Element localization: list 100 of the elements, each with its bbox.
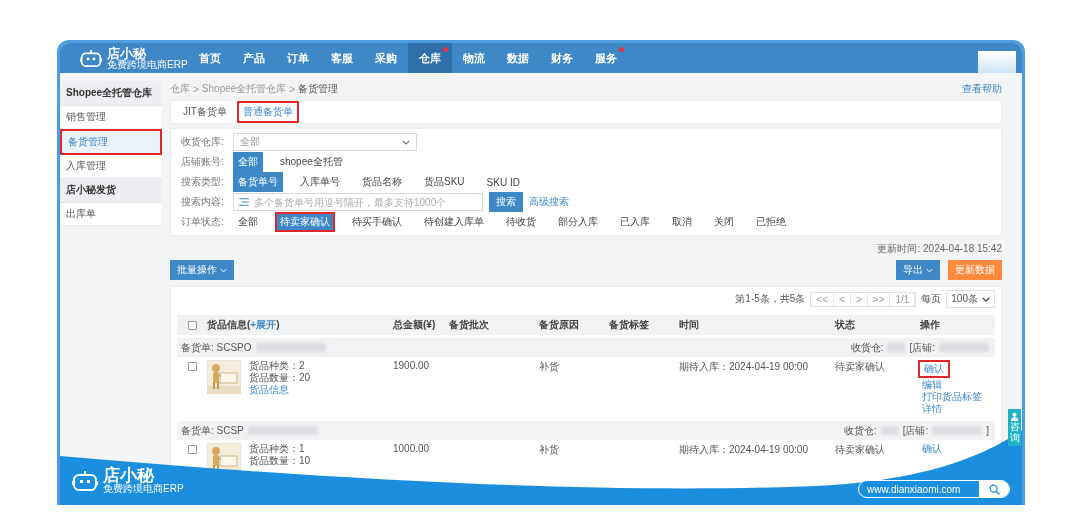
action-link[interactable]: 详情: [920, 403, 944, 415]
filter-option[interactable]: 部分入库: [553, 212, 603, 232]
nav-item[interactable]: 客服: [320, 43, 364, 73]
store-label: [店铺:: [902, 423, 929, 438]
filter-option[interactable]: 全部: [233, 152, 263, 172]
sidebar-group-title: 店小秘发货: [60, 178, 162, 203]
nav-item[interactable]: 订单: [276, 43, 320, 73]
breadcrumb-item[interactable]: 仓库: [170, 82, 190, 96]
brand-name: 店小秘: [103, 467, 155, 484]
column-header: 操作: [920, 318, 941, 332]
action-link[interactable]: 确认: [920, 443, 944, 455]
help-link[interactable]: 查看帮助: [962, 82, 1002, 96]
sidebar-item[interactable]: 备货管理: [60, 129, 162, 155]
column-header: 备货原因: [539, 318, 580, 332]
filter-option[interactable]: 已拒绝: [751, 212, 791, 232]
time-cell-text: 期待入库：2024-04-19 00:00: [679, 360, 809, 374]
nav-item[interactable]: 产品: [232, 43, 276, 73]
nav-item[interactable]: 服务: [584, 43, 628, 73]
item-kinds: 货品种类：1: [249, 443, 306, 455]
search-button[interactable]: 搜索: [489, 192, 523, 212]
order-number: 备货单: SCSPO: [181, 340, 252, 355]
page-button[interactable]: <<: [811, 292, 835, 306]
breadcrumb-separator: >: [193, 83, 199, 95]
filter-label: 店铺账号:: [181, 155, 225, 169]
filter-option[interactable]: 待收货: [501, 212, 541, 232]
page-button[interactable]: <: [834, 292, 851, 306]
warehouse-select[interactable]: 全部: [233, 133, 417, 151]
per-page-label: 每页: [921, 292, 942, 306]
filter-option[interactable]: 全部: [233, 212, 263, 232]
list-icon: [239, 198, 249, 206]
checkbox[interactable]: [187, 362, 197, 371]
page-button[interactable]: >>: [867, 292, 891, 306]
export-button[interactable]: 导出: [896, 260, 940, 280]
pagination-summary: 第1-5条，共5条: [735, 292, 806, 306]
filter-option[interactable]: shopee全托管: [275, 152, 348, 172]
filter-label: 订单状态:: [181, 215, 225, 229]
order-number: 备货单: SCSP: [181, 423, 244, 438]
action-link[interactable]: 编辑: [920, 379, 944, 391]
robot-logo-icon: [72, 469, 98, 492]
nav-item[interactable]: 物流: [452, 43, 496, 73]
filter-option[interactable]: SKU ID: [481, 173, 525, 191]
page-button[interactable]: >: [850, 292, 868, 306]
filter-option[interactable]: 货品SKU: [419, 172, 470, 192]
person-icon: [1010, 412, 1019, 421]
column-header: 备货标签: [609, 318, 650, 332]
refresh-data-button[interactable]: 更新数据: [948, 260, 1002, 280]
action-link[interactable]: 打印货品标签: [920, 391, 984, 403]
warehouse-label: 收货仓:: [850, 340, 884, 355]
nav-item[interactable]: 数据: [496, 43, 540, 73]
nav-item[interactable]: 财务: [540, 43, 584, 73]
sidebar-item[interactable]: 出库单: [60, 203, 162, 226]
reason-cell-text: 补货: [539, 443, 560, 457]
filter-label: 搜索类型:: [181, 175, 225, 189]
nav-item[interactable]: 采购: [364, 43, 408, 73]
status-cell-text: 待卖家确认: [835, 443, 886, 457]
checkbox[interactable]: [187, 320, 197, 330]
nav-item[interactable]: 仓库: [408, 43, 452, 73]
filter-option[interactable]: 关闭: [709, 212, 739, 232]
tab[interactable]: JIT备货单: [177, 101, 233, 123]
filter-option[interactable]: 货品名称: [357, 172, 407, 192]
item-quantity: 货品数量：10: [249, 455, 311, 467]
warehouse-label: 收货仓:: [843, 423, 877, 438]
column-header: 总金额(¥): [393, 318, 437, 332]
nav-item[interactable]: 首页: [188, 43, 232, 73]
search-field[interactable]: 多个备货单号用逗号隔开，最多支持1000个: [233, 193, 483, 211]
status-cell-text: 待卖家确认: [835, 360, 886, 374]
goods-info-link[interactable]: 货品信息: [249, 384, 311, 396]
breadcrumb-item: 备货管理: [298, 82, 339, 96]
page-button[interactable]: 1/1: [890, 292, 916, 306]
tab[interactable]: 普通备货单: [236, 101, 299, 123]
filter-option[interactable]: 待卖家确认: [275, 212, 335, 232]
breadcrumb-separator: >: [289, 83, 296, 95]
search-button[interactable]: [979, 481, 1009, 497]
search-icon: [988, 483, 1000, 495]
column-header: 货品信息(+展开): [207, 318, 281, 332]
filter-option[interactable]: 备货单号: [233, 172, 283, 192]
checkbox[interactable]: [187, 445, 197, 454]
action-link[interactable]: 确认: [918, 360, 950, 378]
consult-tab[interactable]: 咨询: [1008, 409, 1021, 446]
filter-label: 搜索内容:: [181, 195, 225, 209]
batch-actions-button[interactable]: 批量操作: [170, 260, 234, 280]
chevron-down-icon: [982, 296, 990, 302]
time-cell-text: 期待入库：2024-04-19 00:00: [679, 443, 809, 457]
store-bracket: ]: [986, 425, 989, 436]
advanced-search-link[interactable]: 高级搜索: [529, 195, 569, 209]
filter-option[interactable]: 入库单号: [295, 172, 345, 192]
url-search-field[interactable]: www.dianxiaomi.com: [858, 480, 1010, 498]
chevron-down-icon: [926, 267, 933, 273]
item-kinds: 货品种类：2: [249, 360, 306, 372]
per-page-select[interactable]: 100条: [946, 290, 995, 308]
brand-tagline: 免费跨境电商ERP: [107, 59, 188, 70]
filter-option[interactable]: 取消: [667, 212, 697, 232]
filter-option[interactable]: 待创建入库单: [419, 212, 489, 232]
filter-option[interactable]: 待买手确认: [347, 212, 407, 232]
item-quantity: 货品数量：20: [249, 372, 311, 384]
breadcrumb-item[interactable]: Shopee全托管仓库: [201, 82, 287, 96]
filter-option[interactable]: 已入库: [615, 212, 655, 232]
chevron-down-icon: [402, 139, 410, 145]
brand-tagline: 免费跨境电商ERP: [103, 484, 184, 494]
column-header: 时间: [679, 318, 700, 332]
